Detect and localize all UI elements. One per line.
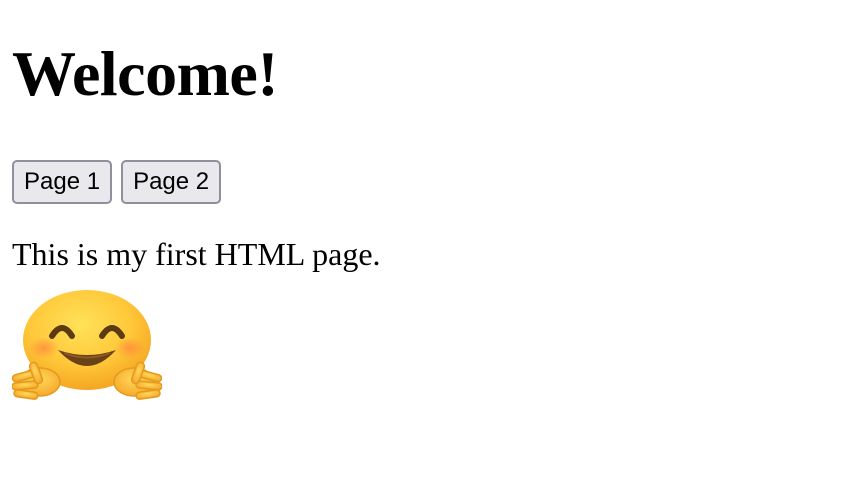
page-body: Welcome! Page 1 Page 2 This is my first …: [0, 0, 856, 480]
page-2-button[interactable]: Page 2: [121, 160, 222, 204]
page-title: Welcome!: [12, 38, 279, 109]
button-row: Page 1 Page 2: [12, 160, 844, 204]
hugging-face-icon: [12, 290, 162, 406]
page-1-button[interactable]: Page 1: [12, 160, 113, 204]
intro-text: This is my first HTML page.: [12, 236, 381, 272]
